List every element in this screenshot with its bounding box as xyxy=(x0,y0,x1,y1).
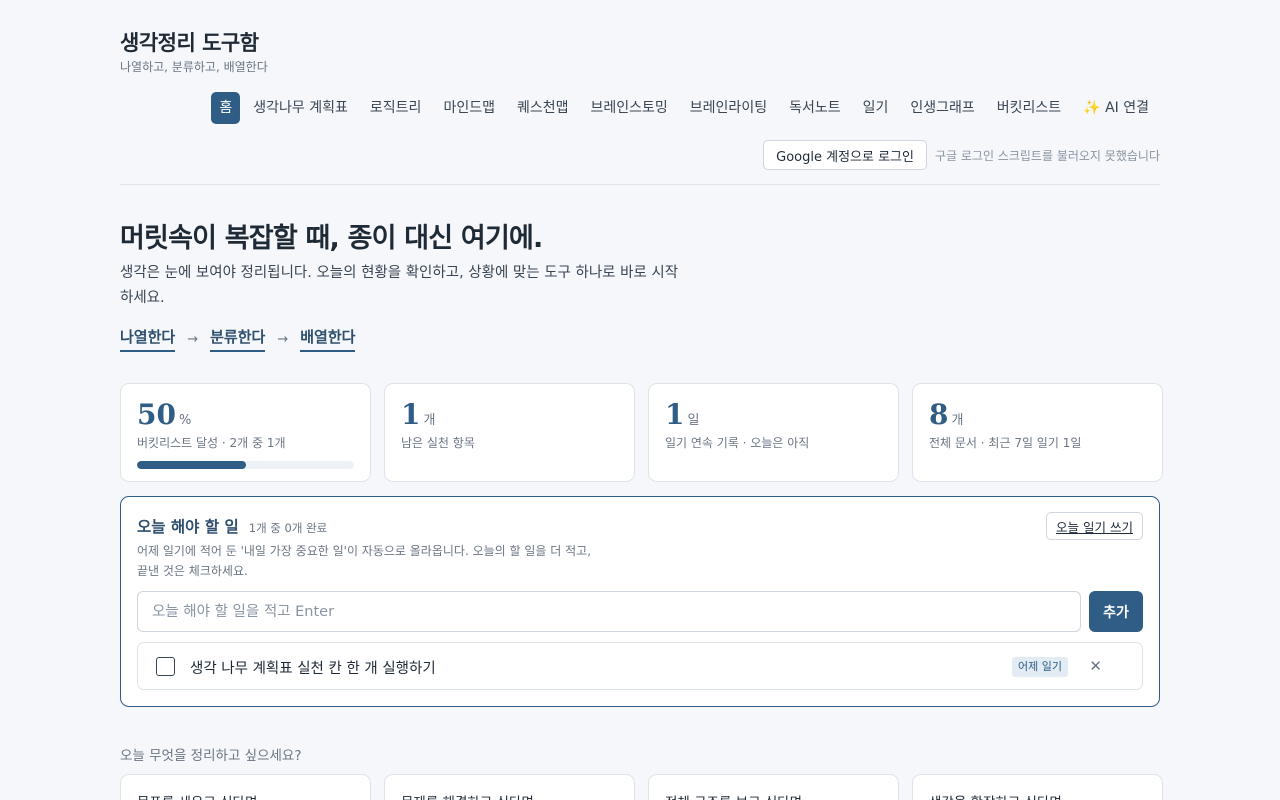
write-diary-button[interactable]: 오늘 일기 쓰기 xyxy=(1046,512,1143,540)
today-count: 1개 중 0개 완료 xyxy=(248,521,328,535)
nav-item-bucket-list[interactable]: 버킷리스트 xyxy=(986,92,1072,124)
stat-card-documents: 8개 전체 문서 · 최근 7일 일기 1일 xyxy=(912,383,1163,482)
stat-value: 8 xyxy=(929,398,949,431)
tool-cards: 목표를 세우고 싶다면 문제를 해결하고 싶다면 전체 구조를 보고 싶다면 생… xyxy=(120,774,1163,800)
nav-item-brainwriting[interactable]: 브레인라이팅 xyxy=(679,92,778,124)
today-title: 오늘 해야 할 일 xyxy=(137,518,239,536)
stat-unit: 개 xyxy=(423,413,436,428)
login-error-note: 구글 로그인 스크립트를 불러오지 못했습니다 xyxy=(934,148,1160,163)
nav-item-home[interactable]: 홈 xyxy=(211,92,241,124)
todo-input[interactable] xyxy=(137,591,1081,632)
todo-checkbox[interactable] xyxy=(156,657,175,676)
nav-item-thought-tree[interactable]: 생각나무 계획표 xyxy=(242,92,359,124)
stat-label: 일기 연속 기록 · 오늘은 아직 xyxy=(665,436,810,450)
card-title: 목표를 세우고 싶다면 xyxy=(137,791,354,800)
stat-label: 남은 실천 항목 xyxy=(401,436,475,450)
stat-value: 1 xyxy=(665,398,685,431)
stat-card-bucket: 50% 버킷리스트 달성 · 2개 중 1개 xyxy=(120,383,371,482)
nav-item-brainstorming[interactable]: 브레인스토밍 xyxy=(580,92,679,124)
tool-prompt: 오늘 무엇을 정리하고 싶으세요? xyxy=(120,748,302,764)
arrow-right-icon: → xyxy=(187,331,199,347)
tool-card-expand[interactable]: 생각을 확장하고 싶다면 xyxy=(912,774,1163,800)
todo-text: 생각 나무 계획표 실천 칸 한 개 실행하기 xyxy=(190,661,436,677)
nav-item-question-map[interactable]: 퀘스천맵 xyxy=(506,92,580,124)
step-classify: 분류한다 xyxy=(210,326,266,352)
stats-row: 50% 버킷리스트 달성 · 2개 중 1개 1개 남은 실천 항목 1일 일기… xyxy=(120,383,1163,482)
tool-card-problem[interactable]: 문제를 해결하고 싶다면 xyxy=(384,774,635,800)
stat-card-remaining: 1개 남은 실천 항목 xyxy=(384,383,635,482)
header-divider xyxy=(120,184,1160,185)
hero-title: 머릿속이 복잡할 때, 종이 대신 여기에. xyxy=(120,223,543,254)
card-title: 문제를 해결하고 싶다면 xyxy=(401,791,618,800)
app-title: 생각정리 도구함 xyxy=(120,31,259,55)
main-nav: 홈 생각나무 계획표 로직트리 마인드맵 퀘스천맵 브레인스토밍 브레인라이팅 … xyxy=(211,92,1160,124)
login-row: Google 계정으로 로그인 구글 로그인 스크립트를 불러오지 못했습니다 xyxy=(763,140,1160,170)
nav-item-life-graph[interactable]: 인생그래프 xyxy=(899,92,985,124)
stat-label: 전체 문서 · 최근 7일 일기 1일 xyxy=(929,436,1082,450)
tool-card-structure[interactable]: 전체 구조를 보고 싶다면 xyxy=(648,774,899,800)
tool-card-goal[interactable]: 목표를 세우고 싶다면 xyxy=(120,774,371,800)
today-description: 어제 일기에 적어 둔 '내일 가장 중요한 일'이 자동으로 올라옵니다. 오… xyxy=(137,544,592,578)
app-subtitle: 나열하고, 분류하고, 배열한다 xyxy=(120,60,268,74)
nav-item-diary[interactable]: 일기 xyxy=(852,92,900,124)
stat-unit: % xyxy=(178,413,192,428)
arrow-right-icon: → xyxy=(277,331,289,347)
stat-unit: 개 xyxy=(951,413,964,428)
todo-item: 생각 나무 계획표 실천 칸 한 개 실행하기 어제 일기 ✕ xyxy=(137,642,1143,690)
add-todo-button[interactable]: 추가 xyxy=(1089,591,1143,632)
hero-description: 생각은 눈에 보여야 정리됩니다. 오늘의 현황을 확인하고, 상황에 맞는 도… xyxy=(120,265,679,306)
google-login-button[interactable]: Google 계정으로 로그인 xyxy=(763,140,927,170)
nav-item-mindmap[interactable]: 마인드맵 xyxy=(432,92,506,124)
method-steps: 나열한다 → 분류한다 → 배열한다 xyxy=(120,326,356,352)
stat-value: 50 xyxy=(137,398,176,431)
source-badge: 어제 일기 xyxy=(1012,657,1068,677)
nav-item-reading-note[interactable]: 독서노트 xyxy=(778,92,852,124)
nav-item-logic-tree[interactable]: 로직트리 xyxy=(359,92,433,124)
bucket-progress-fill xyxy=(137,461,246,469)
stat-card-diary-streak: 1일 일기 연속 기록 · 오늘은 아직 xyxy=(648,383,899,482)
nav-item-ai-connect[interactable]: ✨ AI 연결 xyxy=(1072,92,1160,124)
stat-unit: 일 xyxy=(687,413,700,428)
stat-value: 1 xyxy=(401,398,421,431)
card-title: 생각을 확장하고 싶다면 xyxy=(929,791,1146,800)
today-todo-panel: 오늘 해야 할 일 1개 중 0개 완료 어제 일기에 적어 둔 '내일 가장 … xyxy=(120,496,1160,707)
step-arrange: 배열한다 xyxy=(300,326,356,352)
step-list: 나열한다 xyxy=(120,326,176,352)
today-header: 오늘 해야 할 일 1개 중 0개 완료 xyxy=(137,515,327,537)
stat-label: 버킷리스트 달성 · 2개 중 1개 xyxy=(137,436,286,450)
bucket-progress-bar xyxy=(137,461,354,469)
close-icon[interactable]: ✕ xyxy=(1089,654,1102,678)
card-title: 전체 구조를 보고 싶다면 xyxy=(665,791,882,800)
